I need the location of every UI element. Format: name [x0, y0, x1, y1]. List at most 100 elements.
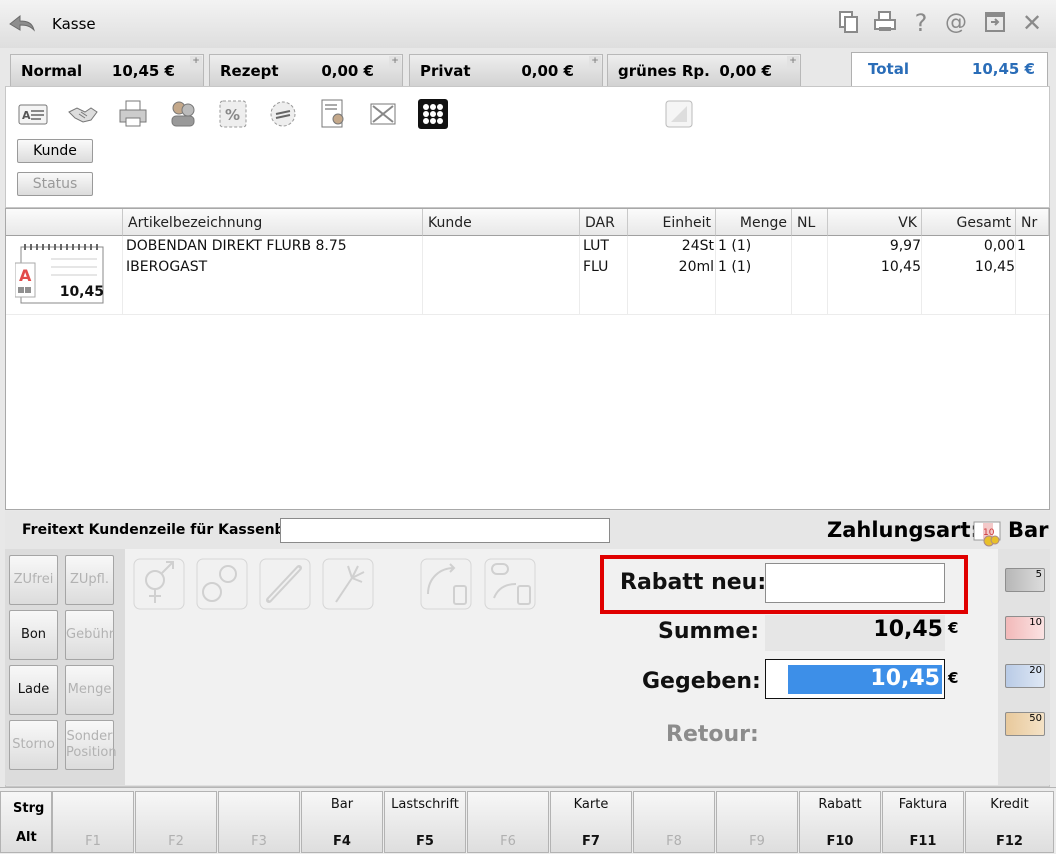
fkey-label: Karte: [573, 797, 609, 812]
tab-normal[interactable]: Normal 10,45 € +: [10, 54, 204, 86]
column-header-kunde[interactable]: Kunde: [423, 209, 580, 236]
tab-value: 0,00 €: [719, 62, 772, 80]
tab-gruenes-rezept[interactable]: grünes Rp. 0,00 € +: [607, 54, 801, 86]
baby-elderly-icon[interactable]: [196, 558, 248, 610]
bill-20-icon[interactable]: 20: [1005, 664, 1045, 688]
f8-key[interactable]: F8: [633, 791, 715, 853]
customer-card-icon[interactable]: A: [17, 98, 49, 130]
column-header-artikel[interactable]: Artikelbezeichnung: [123, 209, 423, 236]
discount-percent-icon[interactable]: %: [217, 98, 249, 130]
freitext-label: Freitext Kundenzeile für Kassenbon:: [22, 522, 310, 538]
f12-kredit-key[interactable]: Kredit F12: [965, 791, 1054, 853]
tab-rezept[interactable]: Rezept 0,00 € +: [209, 54, 403, 86]
table-row[interactable]: DOBENDAN DIREKT FLURB 8.75 LUT 24St 1 (1…: [6, 238, 1049, 258]
cell-menge: 1 (1): [718, 238, 752, 254]
window-switch-icon[interactable]: [982, 10, 1008, 36]
plus-icon[interactable]: +: [190, 56, 202, 68]
special-offer-icon[interactable]: [267, 98, 299, 130]
kunde-button[interactable]: Kunde: [17, 139, 93, 163]
status-button[interactable]: Status: [17, 172, 93, 196]
fkey-name: F11: [909, 834, 937, 849]
column-header-nr[interactable]: Nr: [1016, 209, 1049, 236]
keypad-icon[interactable]: [417, 98, 449, 130]
column-header-einheit[interactable]: Einheit: [628, 209, 716, 236]
plus-icon[interactable]: +: [589, 56, 601, 68]
column-header-nl[interactable]: NL: [792, 209, 828, 236]
article-table: Artikelbezeichnung Kunde DAR Einheit Men…: [5, 208, 1050, 510]
customers-icon[interactable]: [167, 98, 199, 130]
f6-key[interactable]: F6: [467, 791, 549, 853]
bill-10-icon[interactable]: 10: [1005, 616, 1045, 640]
handshake-icon[interactable]: [67, 98, 99, 130]
email-icon[interactable]: @: [943, 10, 969, 36]
tab-label: Rezept: [220, 62, 279, 80]
f5-lastschrift-key[interactable]: Lastschrift F5: [384, 791, 466, 853]
fkey-name: F10: [826, 834, 854, 849]
bill-value: 50: [1029, 713, 1042, 724]
column-header-menge[interactable]: Menge: [716, 209, 792, 236]
gender-icon[interactable]: [133, 558, 185, 610]
menge-button[interactable]: Menge: [65, 665, 114, 715]
gebuehr-button[interactable]: Gebühr: [65, 610, 114, 660]
f3-key[interactable]: F3: [218, 791, 300, 853]
f9-key[interactable]: F9: [716, 791, 798, 853]
freitext-input[interactable]: [280, 518, 610, 543]
cell-einheit: 24St: [681, 238, 714, 254]
rabatt-label: Rabatt neu:: [620, 570, 767, 595]
column-header-icon: [6, 209, 123, 236]
tab-value: 0,00 €: [521, 62, 574, 80]
lade-button[interactable]: Lade: [9, 665, 58, 715]
bon-button[interactable]: Bon: [9, 610, 58, 660]
fkey-label: Rabatt: [818, 797, 862, 812]
gegeben-input[interactable]: 10,45: [765, 659, 945, 699]
tab-total[interactable]: Total 10,45 €: [851, 52, 1048, 88]
window-title: Kasse: [52, 15, 96, 33]
document-customer-icon[interactable]: [317, 98, 349, 130]
fkey-name: F6: [500, 834, 516, 849]
medicine-recycle-icon[interactable]: [484, 558, 536, 610]
pollen-allergy-icon[interactable]: [322, 558, 374, 610]
bill-5-icon[interactable]: 5: [1005, 568, 1045, 592]
summe-label: Summe:: [658, 619, 760, 644]
zufrei-button[interactable]: ZUfrei: [9, 555, 58, 605]
fkey-label: Faktura: [898, 797, 948, 812]
tab-value: 0,00 €: [321, 62, 374, 80]
table-row[interactable]: IBEROGAST FLU 20ml 1 (1) 10,45 10,45: [6, 259, 1049, 279]
column-header-dar[interactable]: DAR: [580, 209, 628, 236]
blank-square-icon[interactable]: [665, 100, 693, 128]
f1-key[interactable]: F1: [52, 791, 134, 853]
modifier-keys[interactable]: Strg Alt: [0, 791, 52, 853]
help-icon[interactable]: ?: [908, 10, 934, 36]
tab-privat[interactable]: Privat 0,00 € +: [409, 54, 603, 86]
f11-faktura-key[interactable]: Faktura F11: [882, 791, 964, 853]
receipt-amount: 10,45: [59, 284, 104, 300]
cell-artikel: DOBENDAN DIREKT FLURB 8.75: [126, 238, 347, 254]
plus-icon[interactable]: +: [787, 56, 799, 68]
fkey-name: F7: [582, 834, 600, 849]
rabatt-input[interactable]: [765, 563, 945, 603]
alt-label: Alt: [16, 830, 37, 845]
zupfl-button[interactable]: ZUpfl.: [65, 555, 114, 605]
f10-rabatt-key[interactable]: Rabatt F10: [799, 791, 881, 853]
copy-document-icon[interactable]: [835, 10, 861, 36]
fkey-name: F3: [251, 834, 267, 849]
f2-key[interactable]: F2: [135, 791, 217, 853]
plus-icon[interactable]: +: [389, 56, 401, 68]
bill-50-icon[interactable]: 50: [1005, 712, 1045, 736]
f7-karte-key[interactable]: Karte F7: [550, 791, 632, 853]
sonder-position-button[interactable]: Sonder Position: [65, 720, 117, 770]
cell-artikel: IBEROGAST: [126, 259, 208, 275]
fkey-label: Bar: [330, 797, 354, 812]
storno-button[interactable]: Storno: [9, 720, 58, 770]
back-arrow-icon[interactable]: [8, 12, 36, 34]
medicine-exchange-icon[interactable]: [420, 558, 472, 610]
remove-item-icon[interactable]: [367, 98, 399, 130]
fkey-name: F2: [168, 834, 184, 849]
printer-receipt-icon[interactable]: [117, 98, 149, 130]
column-header-gesamt[interactable]: Gesamt: [922, 209, 1016, 236]
column-header-vk[interactable]: VK: [828, 209, 922, 236]
thermometer-icon[interactable]: [259, 558, 311, 610]
print-icon[interactable]: [872, 10, 898, 36]
close-icon[interactable]: ✕: [1019, 10, 1045, 36]
f4-bar-key[interactable]: Bar F4: [301, 791, 383, 853]
